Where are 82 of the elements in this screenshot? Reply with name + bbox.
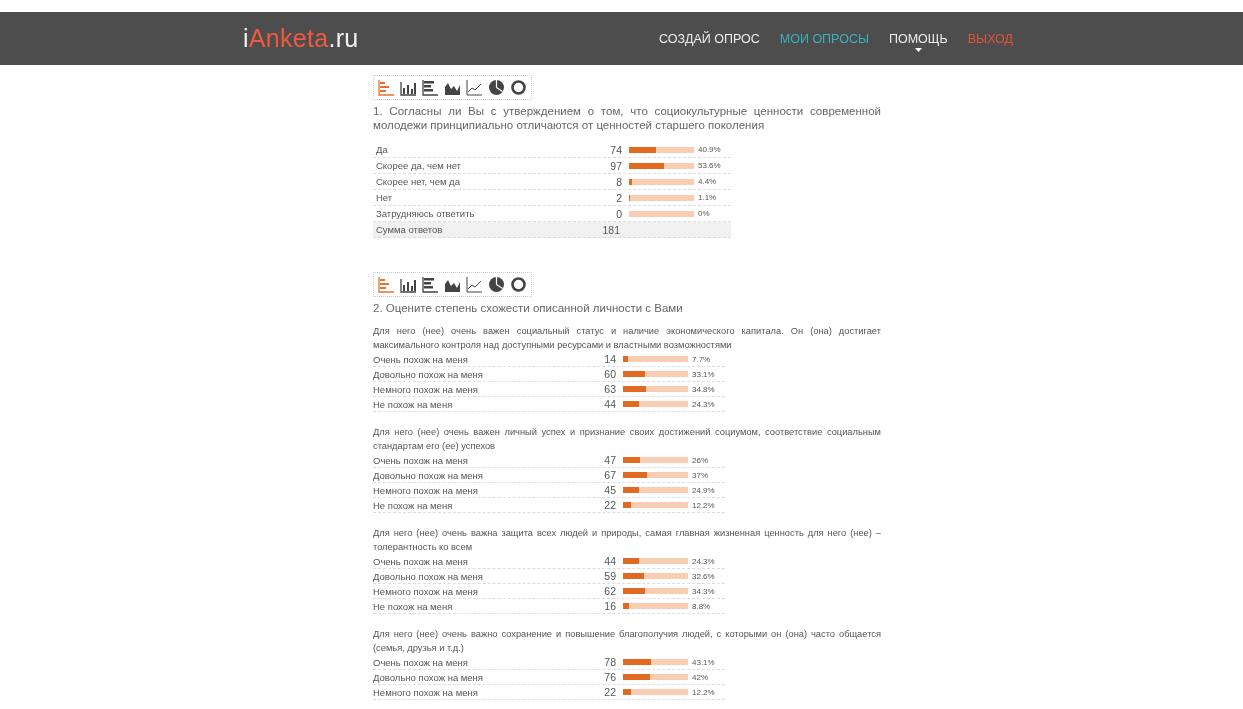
percent-value: 40.9%: [697, 145, 722, 154]
answer-count: 44: [603, 398, 616, 410]
bar-chart-icon[interactable]: [422, 79, 439, 96]
answer-count: 76: [603, 671, 616, 683]
answer-label: Да: [376, 144, 389, 155]
question-title: 1. Согласны ли Вы с утверждением о том, что социокультурные ценности современной молодежи принципиально отличаются от ценностей старшего поколения: [373, 104, 881, 132]
percent-value: 42%: [691, 672, 709, 682]
answer-count: 63: [603, 383, 616, 395]
percent-value: 34.8%: [691, 384, 716, 394]
answer-count: 60: [603, 368, 616, 380]
answer-label: Немного похож на меня: [373, 585, 479, 597]
percent-value: 4.4%: [697, 177, 718, 186]
percent-value: 53.6%: [697, 161, 722, 170]
donut-chart-icon[interactable]: [510, 276, 527, 293]
answer-count: 14: [603, 353, 616, 365]
nav-link[interactable]: СОЗДАЙ ОПРОС: [659, 31, 760, 46]
answer-label: Затрудняюсь ответить: [376, 208, 476, 219]
answer-count: 74: [609, 143, 622, 156]
percent-value: 37%: [691, 470, 709, 480]
answer-count: 0: [615, 207, 622, 220]
answer-label: Довольно похож на меня: [373, 469, 484, 481]
answer-count: 59: [603, 570, 616, 582]
answer-label: Нет: [376, 192, 394, 203]
percent-value: 24.9%: [691, 485, 716, 495]
donut-chart-icon[interactable]: [510, 79, 527, 96]
answer-label: Не похож на меня: [373, 499, 454, 511]
answer-label: Очень похож на меня: [373, 454, 469, 466]
answer-count: 97: [609, 159, 622, 172]
answer-label: Немного похож на меня: [373, 383, 479, 395]
percent-value: 33.1%: [691, 369, 716, 379]
statement-text: Для него (нее) очень важен личный успех и признание своих достижений социумом, соответствие социальным стандартам его (ее) успехов: [373, 426, 881, 453]
line-chart-icon[interactable]: [466, 276, 483, 293]
answer-count: 16: [603, 600, 616, 612]
percent-value: 24.3%: [691, 556, 716, 566]
nav-link[interactable]: ПОМОЩЬ: [889, 31, 948, 46]
column-chart-icon[interactable]: [400, 79, 417, 96]
answer-count: 2: [615, 191, 622, 204]
percent-value: 0%: [697, 209, 711, 218]
statement-text: Для него (нее) очень важна защита всех людей и природы, самая главная жизненная ценность для него (нее) – толерантность ко всем: [373, 527, 881, 554]
answer-label: Не похож на меня: [373, 398, 454, 410]
total-label: Сумма ответов: [376, 224, 444, 235]
percent-value: 12.2%: [691, 500, 716, 510]
statement-text: Для него (нее) очень важно сохранение и повышение благополучия людей, с которыми он (она) часто общается (семья, друзья и т.д.): [373, 628, 881, 655]
answer-count: 22: [603, 686, 616, 698]
percent-value: 1.1%: [697, 193, 718, 202]
answer-label: Скорее да, чем нет: [376, 160, 462, 171]
total-count: 181: [601, 223, 620, 236]
answer-label: Очень похож на меня: [373, 555, 469, 567]
bar-chart-icon[interactable]: [422, 276, 439, 293]
answer-count: 8: [615, 175, 622, 188]
percent-value: 43.1%: [691, 657, 716, 667]
answer-label: Очень похож на меня: [373, 656, 469, 668]
answer-label: Не похож на меня: [373, 600, 454, 612]
answer-label: Очень похож на меня: [373, 353, 469, 365]
percent-value: 26%: [691, 455, 709, 465]
percent-value: 24.3%: [691, 399, 716, 409]
answer-label: Довольно похож на меня: [373, 671, 484, 683]
answer-label: Немного похож на меня: [373, 686, 479, 698]
column-chart-icon[interactable]: [400, 276, 417, 293]
percent-value: 12.2%: [691, 687, 716, 697]
percent-value: 32.6%: [691, 571, 716, 581]
question-title: 2. Оцените степень схожести описанной личности с Вами: [373, 301, 684, 315]
answer-count: 44: [603, 555, 616, 567]
line-chart-icon[interactable]: [466, 79, 483, 96]
answer-count: 67: [603, 469, 616, 481]
answer-label: Скорее нет, чем да: [376, 176, 461, 187]
answer-label: Немного похож на меня: [373, 484, 479, 496]
percent-value: 7.7%: [691, 354, 712, 364]
answer-label: Довольно похож на меня: [373, 368, 484, 380]
answer-count: 22: [603, 499, 616, 511]
answer-count: 47: [603, 454, 616, 466]
pie-chart-icon[interactable]: [488, 79, 505, 96]
percent-value: 34.3%: [691, 586, 716, 596]
site-logo[interactable]: iAnketa.ru: [243, 24, 359, 53]
answer-count: 45: [603, 484, 616, 496]
answer-count: 62: [603, 585, 616, 597]
statement-text: Для него (нее) очень важен социальный статус и наличие экономического капитала. Он (она) достигает максимального контроля над доступными ресурсами и властными возможностями: [373, 325, 881, 352]
answer-label: Довольно похож на меня: [373, 570, 484, 582]
answer-count: 78: [603, 656, 616, 668]
pie-chart-icon[interactable]: [488, 276, 505, 293]
percent-value: 8.8%: [691, 601, 712, 611]
percent-bar: [629, 210, 694, 217]
